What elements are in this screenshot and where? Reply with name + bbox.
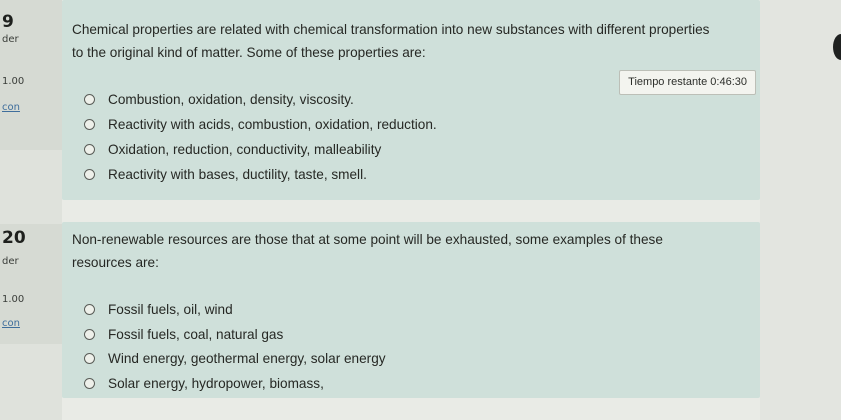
question-score: 1.00 bbox=[2, 294, 25, 305]
question-score: 1.00 bbox=[2, 76, 25, 87]
question-sidebar: 9 der 1.00 con 20 der 1.00 con bbox=[0, 0, 62, 420]
question-info-block-1: 9 der 1.00 con bbox=[0, 0, 62, 150]
question-card-9: Chemical properties are related with che… bbox=[62, 0, 760, 200]
question-number: 20 bbox=[2, 228, 26, 248]
question-card-20: Non-renewable resources are those that a… bbox=[62, 222, 760, 398]
answer-option[interactable]: Solar energy, hydropower, biomass, bbox=[84, 376, 324, 391]
answer-option[interactable]: Wind energy, geothermal energy, solar en… bbox=[84, 351, 386, 366]
radio-button[interactable] bbox=[84, 144, 95, 155]
radio-button[interactable] bbox=[84, 378, 95, 389]
answer-option[interactable]: Fossil fuels, coal, natural gas bbox=[84, 327, 283, 342]
answer-option[interactable]: Reactivity with acids, combustion, oxida… bbox=[84, 117, 437, 132]
flag-question-link[interactable]: con bbox=[2, 318, 20, 329]
question-state: der bbox=[2, 34, 19, 45]
answer-option-label: Solar energy, hydropower, biomass, bbox=[108, 376, 324, 391]
answer-option-label: Fossil fuels, coal, natural gas bbox=[108, 327, 284, 342]
answer-option[interactable]: Oxidation, reduction, conductivity, mall… bbox=[84, 142, 381, 157]
time-remaining-badge: Tiempo restante 0:46:30 bbox=[619, 70, 756, 95]
radio-button[interactable] bbox=[84, 353, 95, 364]
question-info-block-2: 20 der 1.00 con bbox=[0, 224, 62, 344]
flag-question-link[interactable]: con bbox=[2, 102, 20, 113]
answer-option-label: Reactivity with bases, ductility, taste,… bbox=[108, 167, 367, 182]
radio-button[interactable] bbox=[84, 119, 95, 130]
answer-option-label: Reactivity with acids, combustion, oxida… bbox=[108, 117, 437, 132]
answer-option[interactable]: Fossil fuels, oil, wind bbox=[84, 302, 233, 317]
radio-button[interactable] bbox=[84, 94, 95, 105]
radio-button[interactable] bbox=[84, 169, 95, 180]
question-text: Chemical properties are related with che… bbox=[72, 22, 710, 60]
question-state: der bbox=[2, 256, 19, 267]
scroll-indicator[interactable] bbox=[833, 34, 841, 60]
question-text: Non-renewable resources are those that a… bbox=[72, 232, 663, 270]
radio-button[interactable] bbox=[84, 329, 95, 340]
question-number: 9 bbox=[2, 12, 14, 32]
answer-option-label: Fossil fuels, oil, wind bbox=[108, 302, 233, 317]
answer-option-label: Wind energy, geothermal energy, solar en… bbox=[108, 351, 386, 366]
page-right-margin bbox=[760, 0, 841, 420]
answer-option-label: Combustion, oxidation, density, viscosit… bbox=[108, 92, 354, 107]
radio-button[interactable] bbox=[84, 304, 95, 315]
answer-option[interactable]: Combustion, oxidation, density, viscosit… bbox=[84, 92, 354, 107]
answer-option[interactable]: Reactivity with bases, ductility, taste,… bbox=[84, 167, 367, 182]
answer-option-label: Oxidation, reduction, conductivity, mall… bbox=[108, 142, 382, 157]
